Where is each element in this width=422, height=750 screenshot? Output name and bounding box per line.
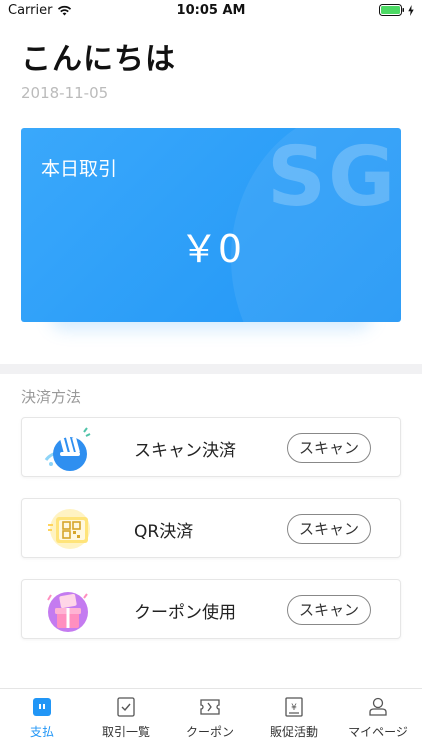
payment-method-label: スキャン決済 [134, 441, 236, 461]
qr-payment-icon [48, 509, 90, 549]
daily-amount: ￥0 [179, 227, 243, 271]
transactions-tab-icon [117, 697, 135, 717]
tab-coupon[interactable]: クーポン [168, 689, 252, 750]
status-bar: Carrier 10:05 AM [0, 0, 422, 22]
tab-label: マイページ [348, 725, 408, 739]
status-right [379, 4, 414, 16]
section-divider [0, 364, 422, 374]
payment-method-label: クーポン使用 [134, 603, 236, 623]
payment-section-title: 決済方法 [21, 388, 82, 406]
payment-method-scan[interactable]: スキャン決済 スキャン [21, 417, 401, 477]
scan-button[interactable]: スキャン [287, 514, 371, 544]
status-time: 10:05 AM [176, 3, 246, 18]
daily-transaction-card: SG 本日取引 ￥0 [21, 128, 401, 322]
card-watermark: SG [267, 130, 398, 225]
scan-payment-icon [44, 427, 91, 471]
battery-icon [379, 4, 404, 16]
tab-label: 販促活動 [269, 725, 318, 739]
payment-method-qr[interactable]: QR決済 スキャン [21, 498, 401, 558]
tab-payment[interactable]: 支払 [0, 689, 84, 750]
promotion-tab-icon: ¥ [285, 697, 303, 717]
tab-transactions[interactable]: 取引一覧 [84, 689, 168, 750]
tab-bar: 支払 取引一覧 クーポン ¥ 販促活動 マイページ [0, 688, 422, 750]
scan-button[interactable]: スキャン [287, 433, 371, 463]
mypage-tab-icon [369, 697, 387, 716]
charging-bolt-icon [408, 4, 414, 16]
tab-label: 支払 [29, 725, 54, 739]
tab-mypage[interactable]: マイページ [336, 689, 420, 750]
svg-text:¥: ¥ [291, 703, 297, 713]
coupon-tab-icon [200, 699, 220, 715]
payment-method-label: QR決済 [134, 522, 194, 542]
payment-method-coupon[interactable]: クーポン使用 スキャン [21, 579, 401, 639]
scan-button[interactable]: スキャン [287, 595, 371, 625]
current-date: 2018-11-05 [21, 84, 109, 102]
coupon-gift-icon [47, 592, 88, 632]
payment-tab-icon [33, 698, 51, 716]
tab-label: クーポン [185, 725, 234, 739]
card-title: 本日取引 [41, 158, 118, 180]
greeting-title: こんにちは [21, 42, 176, 77]
tab-label: 取引一覧 [101, 725, 150, 739]
tab-promotion[interactable]: ¥ 販促活動 [252, 689, 336, 750]
